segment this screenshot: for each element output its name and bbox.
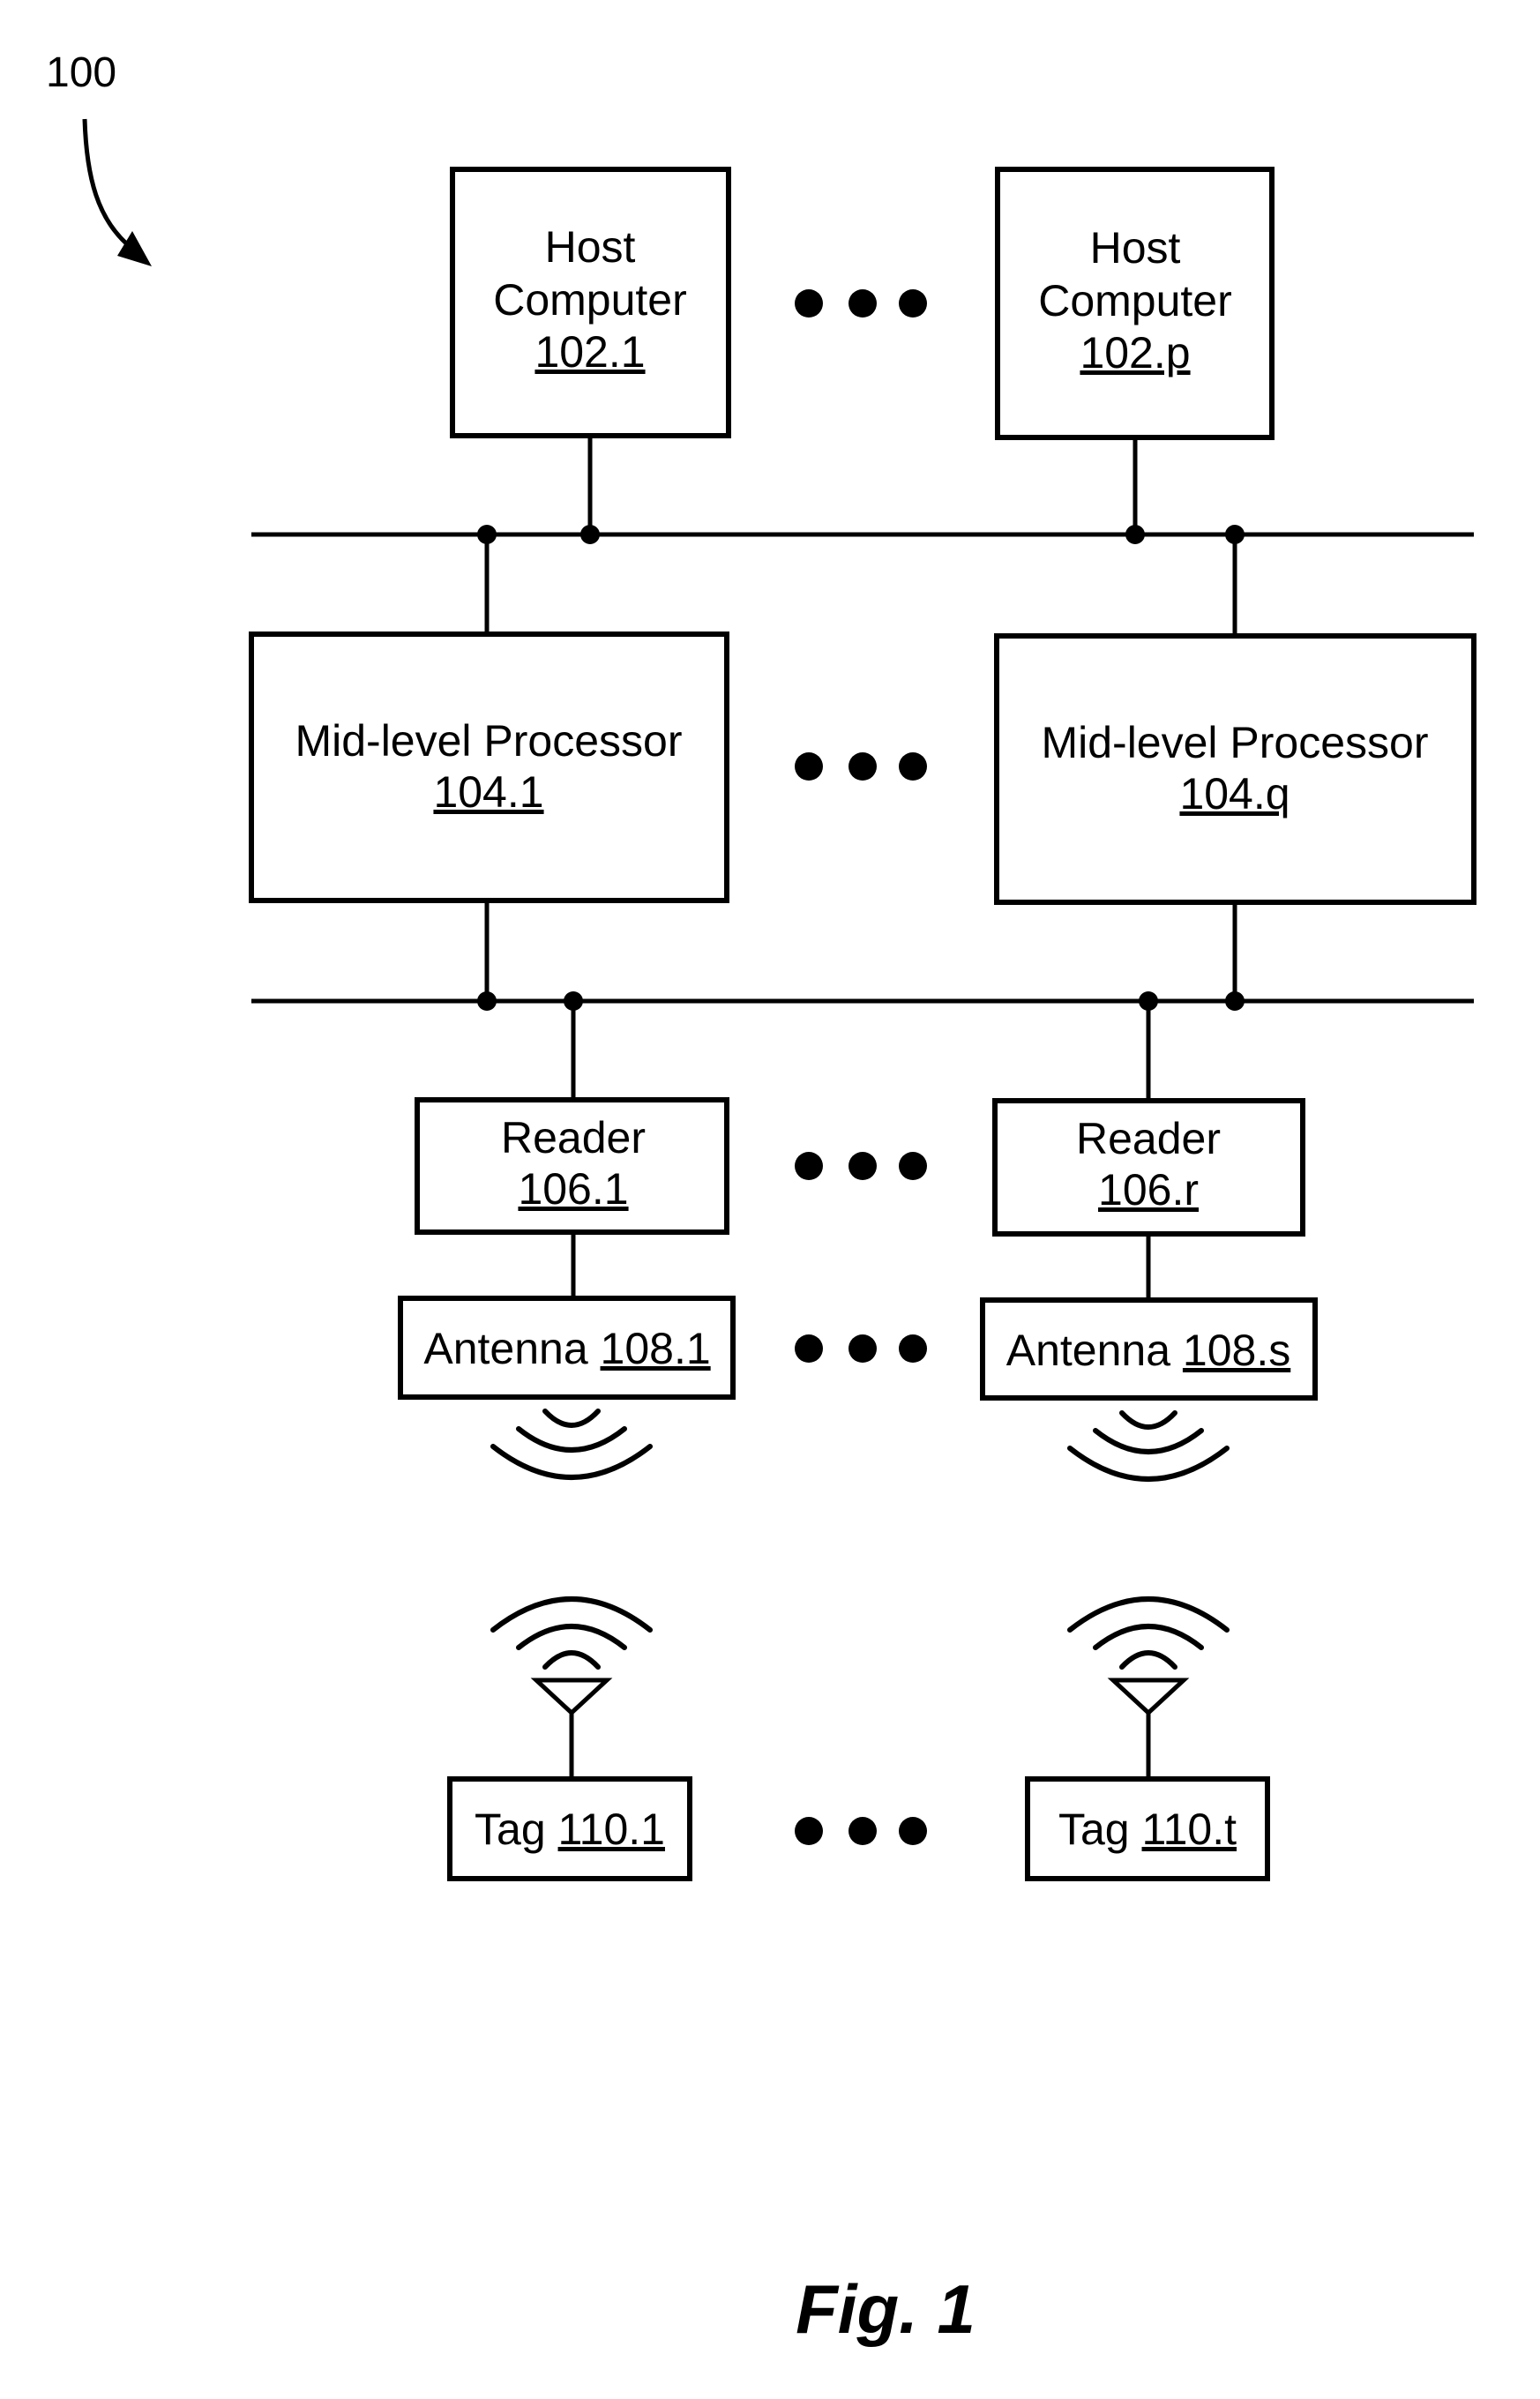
mid-level-processor-1: Mid-level Processor 104.1 (249, 632, 729, 903)
tag-2-label: Tag 110.t (1058, 1805, 1237, 1854)
junction-dot (564, 991, 583, 1011)
antenna-2: Antenna 108.s (980, 1297, 1318, 1401)
junction-dot (1139, 991, 1158, 1011)
tag-1-antenna-icon (530, 1678, 613, 1779)
ellipsis-processors (795, 752, 927, 781)
reader-2-label: Reader (1076, 1114, 1221, 1163)
rfid-system-diagram: 100 Host Computer 102.1 Host Computer 10… (46, 49, 1476, 2348)
tag-1-waves-icon (490, 1596, 653, 1670)
junction-dot (477, 525, 497, 544)
mid-level-processor-2-label: Mid-level Processor (1041, 718, 1428, 767)
host-computer-1: Host Computer 102.1 (450, 167, 731, 438)
tag-1-label: Tag 110.1 (475, 1805, 665, 1854)
ellipsis-tags (795, 1817, 927, 1845)
mid-level-processor-2: Mid-level Processor 104.q (994, 633, 1476, 905)
host-computer-2-line1: Host (1090, 223, 1181, 273)
mid-level-processor-2-ref: 104.q (1179, 769, 1290, 818)
host-computer-1-ref: 102.1 (535, 327, 645, 377)
reader-1: Reader 106.1 (415, 1097, 729, 1235)
host-computer-1-line2: Computer (493, 275, 687, 325)
junction-dot (1125, 525, 1145, 544)
tag-2-antenna-icon (1107, 1678, 1190, 1779)
reader-1-ref: 106.1 (518, 1164, 628, 1214)
figure-caption: Fig. 1 (796, 2270, 976, 2348)
antenna-2-label: Antenna 108.s (1006, 1326, 1291, 1375)
junction-dot (1225, 525, 1245, 544)
junction-dot (1225, 991, 1245, 1011)
mid-level-processor-1-label: Mid-level Processor (295, 716, 682, 766)
reader-bus (251, 901, 1474, 1101)
tag-2: Tag 110.t (1025, 1776, 1270, 1881)
host-computer-2-ref: 102.p (1080, 328, 1190, 377)
host-computer-2: Host Computer 102.p (995, 167, 1275, 440)
reader-2-ref: 106.r (1098, 1165, 1199, 1214)
host-bus (251, 436, 1474, 636)
reference-numeral: 100 (46, 49, 116, 96)
ellipsis-hosts (795, 289, 927, 318)
reader-1-label: Reader (501, 1113, 646, 1162)
antenna-1-label: Antenna 108.1 (423, 1324, 710, 1373)
antenna-2-waves-icon (1067, 1410, 1230, 1482)
antenna-1: Antenna 108.1 (398, 1296, 736, 1400)
host-computer-1-line1: Host (545, 222, 636, 272)
ellipsis-antennas (795, 1334, 927, 1363)
reader-2: Reader 106.r (992, 1098, 1305, 1237)
tag-2-waves-icon (1067, 1596, 1230, 1670)
junction-dot (477, 991, 497, 1011)
antenna-1-waves-icon (490, 1409, 653, 1480)
junction-dot (580, 525, 600, 544)
mid-level-processor-1-ref: 104.1 (433, 767, 543, 817)
host-computer-2-line2: Computer (1038, 276, 1232, 325)
ellipsis-readers (795, 1152, 927, 1180)
tag-1: Tag 110.1 (447, 1776, 692, 1881)
reference-arrow-icon (82, 118, 152, 266)
